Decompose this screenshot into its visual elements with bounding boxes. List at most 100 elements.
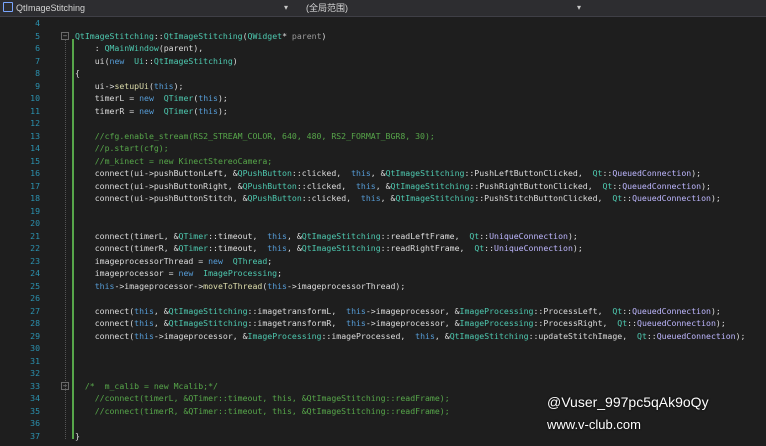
file-dropdown[interactable]: QtImageStitching <box>0 0 292 16</box>
line-number: 17 <box>30 180 40 191</box>
code-token: ::PushLeftButtonClicked, <box>464 168 593 178</box>
code-line[interactable]: //m_kinect = new KinectStereoCamera; <box>75 155 272 168</box>
code-token: UniqueConnection <box>494 243 573 253</box>
line-number: 33 <box>30 380 40 391</box>
code-token: QueuedConnection <box>622 180 702 191</box>
code-line[interactable]: //connect(timerL, &QTimer::timeout, this… <box>75 392 450 405</box>
code-token: QueuedConnection <box>612 168 692 178</box>
code-line[interactable]: ui->setupUi(this); <box>75 80 184 93</box>
code-line[interactable]: ui(new Ui::QtImageStitching) <box>75 55 238 68</box>
code-token: ::imagetransformL, <box>247 305 347 316</box>
code-token: : <box>75 43 105 53</box>
code-line[interactable]: { <box>75 67 80 80</box>
code-token: QtImageStitching <box>163 30 243 41</box>
fold-toggle-icon[interactable]: − <box>61 381 69 390</box>
code-token: QTimer <box>163 93 194 103</box>
code-token: } <box>75 430 80 441</box>
code-token: QTimer <box>163 105 194 116</box>
code-token: ); <box>217 105 228 116</box>
fold-toggle-icon[interactable]: − <box>61 31 69 40</box>
code-token: QTimer <box>178 243 209 253</box>
line-number: 24 <box>30 268 40 278</box>
code-token: ); <box>715 318 726 328</box>
code-token: QtImageStitching <box>168 318 248 328</box>
code-token: ->imageprocessorThread); <box>286 280 406 291</box>
code-token: :: <box>144 55 154 66</box>
code-token: moveToThread <box>203 280 263 291</box>
code-token: QPushButton <box>237 168 292 178</box>
code-token: ::timeout, <box>208 230 268 241</box>
code-token: connect( <box>75 330 135 341</box>
code-line[interactable]: connect(ui->pushButtonRight, &QPushButto… <box>75 180 711 193</box>
code-token: this <box>346 318 366 328</box>
code-token: connect( <box>75 318 135 328</box>
code-token: ); <box>572 243 583 253</box>
code-token: connect(ui->pushButtonLeft, & <box>75 168 238 178</box>
code-token: UniqueConnection <box>489 230 568 241</box>
chevron-down-icon[interactable]: ▾ <box>284 0 288 16</box>
code-token: ::timeout, <box>208 243 268 253</box>
code-token: ::imageProcessed, <box>321 330 416 341</box>
watermark-site: www.v-club.com <box>547 417 641 432</box>
line-number: 5 <box>35 30 40 41</box>
code-token: ->imageprocessor, & <box>365 318 460 328</box>
code-token: :: <box>612 180 623 191</box>
code-token: setupUi <box>114 80 149 91</box>
code-token: ::clicked, <box>291 168 352 178</box>
code-line[interactable]: connect(ui->pushButtonStitch, &QPushButt… <box>75 192 721 205</box>
code-token: :: <box>484 243 495 253</box>
code-line[interactable]: //connect(timerR, &QTimer::timeout, this… <box>75 405 450 418</box>
code-line[interactable]: /* m_calib = new Mcalib;*/ <box>75 380 218 393</box>
code-line[interactable]: connect(this, &QtImageStitching::imagetr… <box>75 305 721 318</box>
code-line[interactable]: connect(ui->pushButtonLeft, &QPushButton… <box>75 167 701 180</box>
code-token: ); <box>567 230 578 241</box>
line-number: 9 <box>35 80 40 91</box>
code-line[interactable]: connect(timerR, &QTimer::timeout, this, … <box>75 242 583 255</box>
code-editor[interactable]: 4 5 6 7 8 9 10 11 12 13 14 15 16 17 18 19 20 21 22 23 24 25 26… <box>0 17 766 446</box>
code-token: this <box>267 230 287 241</box>
code-token: ::ProcessLeft, <box>533 305 613 316</box>
line-number: 20 <box>30 218 40 228</box>
code-token: ->imageprocessor, & <box>365 305 460 316</box>
line-number: 15 <box>30 155 40 166</box>
code-line[interactable]: imageprocessorThread = new QThread; <box>75 255 273 268</box>
code-token: //p.start(cfg); <box>75 143 169 153</box>
code-token: Qt <box>469 230 480 241</box>
code-line[interactable]: //cfg.enable_stream(RS2_STREAM_COLOR, 64… <box>75 130 435 143</box>
chevron-down-icon[interactable]: ▾ <box>577 0 581 16</box>
line-number: 26 <box>30 293 40 303</box>
code-token: this <box>94 280 115 291</box>
code-token: connect( <box>75 305 135 316</box>
code-token: ) <box>321 30 327 41</box>
code-line[interactable]: : QMainWindow(parent), <box>75 42 203 55</box>
code-line[interactable]: timerR = new QTimer(this); <box>75 105 228 118</box>
code-line[interactable]: connect(this->imageprocessor, &ImageProc… <box>75 330 746 343</box>
code-token: QtImageStitching <box>168 305 248 316</box>
code-line[interactable]: connect(this, &QtImageStitching::imagetr… <box>75 317 726 330</box>
code-token: this <box>134 318 154 328</box>
code-line[interactable]: //p.start(cfg); <box>75 142 169 155</box>
code-token: imageprocessor = <box>75 268 179 278</box>
code-line[interactable]: connect(timerL, &QTimer::timeout, this, … <box>75 230 578 243</box>
scope-dropdown[interactable]: (全局范围) <box>306 0 576 16</box>
line-number: 14 <box>30 143 40 153</box>
code-token: timerR = <box>75 105 140 116</box>
code-token: * <box>282 30 292 41</box>
code-token: this <box>267 243 287 253</box>
code-line[interactable]: imageprocessor = new ImageProcessing; <box>75 267 282 280</box>
code-line[interactable]: timerL = new QTimer(this); <box>75 92 228 105</box>
code-token: ::ProcessRight, <box>533 318 618 328</box>
line-number: 22 <box>30 243 40 253</box>
line-number: 8 <box>35 68 40 78</box>
code-token: ->imageprocessor-> <box>114 280 204 291</box>
code-token: //m_kinect = new KinectStereoCamera; <box>75 155 273 166</box>
code-line[interactable]: QtImageStitching::QtImageStitching(QWidg… <box>75 30 326 43</box>
code-token: Qt <box>617 318 628 328</box>
indent-guide <box>65 39 66 439</box>
code-token: timerL = <box>75 93 140 103</box>
code-line[interactable]: } <box>75 430 80 443</box>
code-line[interactable]: this->imageprocessor->moveToThread(this-… <box>75 280 406 293</box>
